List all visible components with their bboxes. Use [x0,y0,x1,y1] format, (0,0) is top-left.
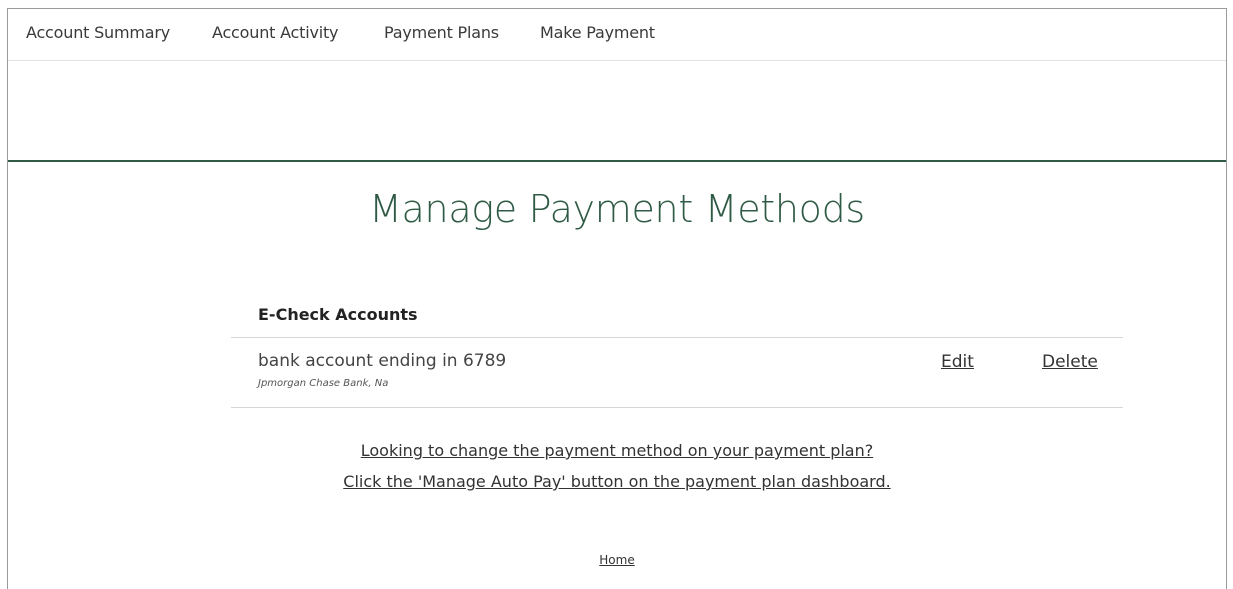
footer-home: Home [8,553,1226,567]
delete-link[interactable]: Delete [1042,352,1098,372]
home-link[interactable]: Home [599,553,634,567]
nav-account-summary[interactable]: Account Summary [26,23,170,42]
echeck-accounts-section: E-Check Accounts bank account ending in … [231,301,1123,408]
edit-link[interactable]: Edit [941,352,974,372]
header-divider [8,160,1226,162]
nav-make-payment[interactable]: Make Payment [540,23,655,42]
auto-pay-hint: Click the 'Manage Auto Pay' button on th… [8,472,1226,491]
section-heading: E-Check Accounts [258,305,418,324]
top-navigation: Account Summary Account Activity Payment… [8,9,1226,61]
account-bank-name: Jpmorgan Chase Bank, Na [258,378,389,389]
page-frame: Account Summary Account Activity Payment… [7,8,1227,589]
manage-auto-pay-link[interactable]: Click the 'Manage Auto Pay' button on th… [343,472,890,491]
account-name: bank account ending in 6789 [258,351,507,371]
payment-plan-hint: Looking to change the payment method on … [8,441,1226,460]
page-title: Manage Payment Methods [369,187,865,231]
change-payment-method-link[interactable]: Looking to change the payment method on … [361,441,873,460]
divider [231,407,1123,408]
account-row: bank account ending in 6789 Jpmorgan Cha… [231,338,1123,407]
nav-account-activity[interactable]: Account Activity [212,23,339,42]
nav-payment-plans[interactable]: Payment Plans [384,23,499,42]
